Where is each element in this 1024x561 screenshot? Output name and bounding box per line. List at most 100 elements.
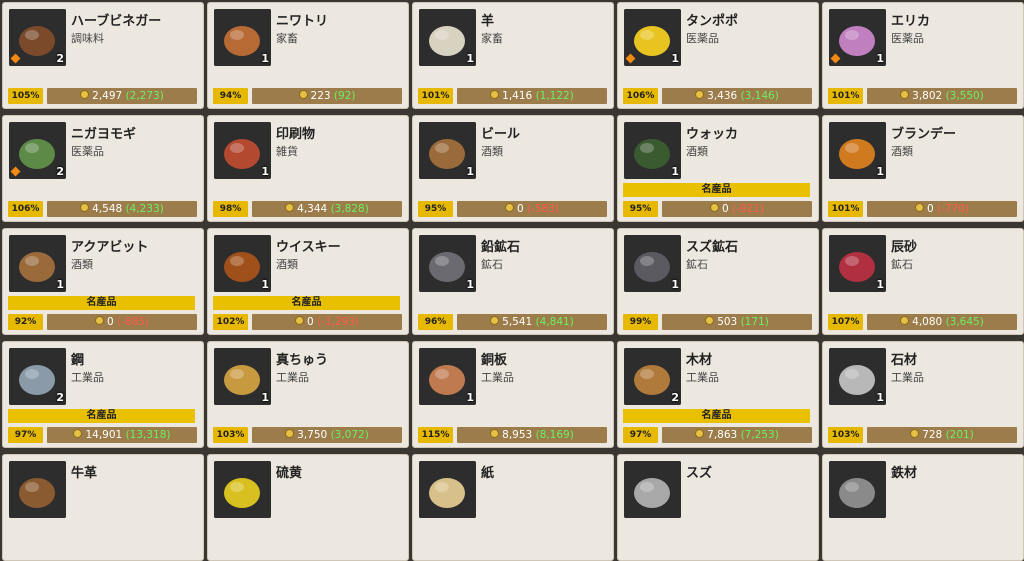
goods-card[interactable]: 1 鉛鉱石 鉱石 96% 5,541 (4,841): [412, 228, 614, 335]
price-ratio-badge: 103%: [213, 427, 248, 443]
price-value: 5,541: [502, 316, 533, 328]
goods-card[interactable]: 2 鋼工業品 名産品 97% 14,901 (13,318): [2, 341, 204, 448]
goods-card[interactable]: 1 銅板 工業品 115% 8,953 (8,169): [412, 341, 614, 448]
goods-card[interactable]: 硫黄: [207, 454, 409, 561]
quantity-label: 1: [466, 278, 474, 291]
item-category: 医薬品: [686, 32, 719, 45]
goods-card[interactable]: 1 アクアビット 酒類 名産品 92% 0 (-885): [2, 228, 204, 335]
goods-card[interactable]: 2 ニガヨモギ 医薬品 106% 4,548 (4,233): [2, 115, 204, 222]
quantity-label: 2: [56, 52, 64, 65]
price-bar: 0 (-921): [662, 201, 812, 217]
profit-value: (201): [945, 429, 974, 441]
chicken-icon: 1: [214, 9, 271, 66]
coin-icon: [80, 90, 90, 99]
copper-plate-icon: 1: [419, 348, 476, 405]
goods-card[interactable]: 1 ブランデー 酒類 101% 0 (-770): [822, 115, 1024, 222]
price-value: 14,901: [85, 429, 123, 441]
stone-block-icon: 1: [829, 348, 886, 405]
price-ratio-badge: 103%: [828, 427, 863, 443]
goods-card[interactable]: 1 ウイスキー 酒類 名産品 102% 0 (-1,293): [207, 228, 409, 335]
specialty-banner: 名産品: [623, 183, 810, 197]
profit-value: (92): [333, 90, 356, 102]
coin-icon: [709, 203, 719, 212]
tin-ore-icon: 1: [624, 235, 681, 292]
price-ratio-badge: 97%: [623, 427, 658, 443]
profit-value: (2,273): [125, 90, 164, 102]
price-value: 1,416: [502, 90, 533, 102]
quantity-label: 1: [261, 391, 269, 404]
price-value: 223: [310, 90, 331, 102]
price-value: 7,863: [707, 429, 738, 441]
goods-card[interactable]: 1 羊家畜 101% 1,416 (1,122): [412, 2, 614, 109]
price-ratio-badge: 101%: [418, 88, 453, 104]
goods-card[interactable]: 1 タンポポ 医薬品 106% 3,436 (3,146): [617, 2, 819, 109]
quantity-label: 1: [261, 52, 269, 65]
price-bar: 2,497 (2,273): [47, 88, 197, 104]
profit-value: (-885): [117, 316, 150, 328]
profit-value: (3,550): [945, 90, 984, 102]
dandelion-icon: 1: [624, 9, 681, 66]
goods-card[interactable]: 1 印刷物 雑貨 98% 4,344 (3,828): [207, 115, 409, 222]
goods-card[interactable]: 紙: [412, 454, 614, 561]
profit-value: (13,318): [125, 429, 171, 441]
item-category: 酒類: [891, 145, 913, 158]
goods-card[interactable]: 1 スズ鉱石 鉱石 99% 503 (171): [617, 228, 819, 335]
goods-card[interactable]: 2 ハーブビネガー 調味料 105% 2,497 (2,273): [2, 2, 204, 109]
price-ratio-badge: 92%: [8, 314, 43, 330]
item-name: 牛革: [71, 466, 98, 481]
coin-icon: [695, 429, 705, 438]
quantity-label: 2: [56, 165, 64, 178]
goods-card[interactable]: 2 木材 工業品 名産品 97% 7,863 (7,253): [617, 341, 819, 448]
specialty-banner: 名産品: [213, 296, 400, 310]
coin-icon: [94, 316, 104, 325]
profit-value: (3,645): [945, 316, 984, 328]
price-ratio-badge: 99%: [623, 314, 658, 330]
profit-value: (-770): [937, 203, 970, 215]
profit-value: (4,233): [125, 203, 164, 215]
item-name: アクアビット: [71, 240, 149, 255]
quantity-label: 1: [876, 391, 884, 404]
price-ratio-badge: 115%: [418, 427, 453, 443]
erica-icon: 1: [829, 9, 886, 66]
item-name: 羊: [481, 14, 495, 29]
price-value: 0: [721, 203, 729, 215]
coin-icon: [80, 203, 90, 212]
price-value: 4,344: [297, 203, 328, 215]
item-category: 調味料: [71, 32, 104, 45]
price-bar: 8,953 (8,169): [457, 427, 607, 443]
item-category: 鉱石: [481, 258, 503, 271]
price-bar: 223 (92): [252, 88, 402, 104]
price-bar: 503 (171): [662, 314, 812, 330]
price-value: 0: [106, 316, 114, 328]
vodka-bottle-icon: 1: [624, 122, 681, 179]
profit-value: (7,253): [740, 429, 779, 441]
price-bar: 3,436 (3,146): [662, 88, 812, 104]
price-ratio-badge: 95%: [418, 201, 453, 217]
quantity-label: 1: [261, 165, 269, 178]
item-name: 銅板: [481, 353, 508, 368]
goods-card[interactable]: 1 辰砂 鉱石 107% 4,080 (3,645): [822, 228, 1024, 335]
goods-card[interactable]: 1 真ちゅう 工業品 103% 3,750 (3,072): [207, 341, 409, 448]
goods-card[interactable]: スズ: [617, 454, 819, 561]
goods-card[interactable]: 牛革: [2, 454, 204, 561]
goods-card[interactable]: 1 エリカ 医薬品 101% 3,802 (3,550): [822, 2, 1024, 109]
goods-card[interactable]: 1 ニワトリ 家畜 94% 223 (92): [207, 2, 409, 109]
goods-card[interactable]: 1 石材 工業品 103% 728 (201): [822, 341, 1024, 448]
profit-value: (-921): [732, 203, 765, 215]
profit-value: (3,828): [330, 203, 369, 215]
price-bar: 4,344 (3,828): [252, 201, 402, 217]
item-category: 酒類: [686, 145, 708, 158]
price-ratio-badge: 105%: [8, 88, 43, 104]
goods-card[interactable]: 1 ウォッカ 酒類 名産品 95% 0 (-921): [617, 115, 819, 222]
item-name: スズ: [686, 466, 713, 481]
coin-icon: [285, 429, 295, 438]
price-ratio-badge: 98%: [213, 201, 248, 217]
price-value: 4,548: [92, 203, 123, 215]
price-bar: 4,080 (3,645): [867, 314, 1017, 330]
quantity-label: 1: [671, 165, 679, 178]
item-category: 酒類: [71, 258, 93, 271]
goods-card[interactable]: 鉄材: [822, 454, 1024, 561]
goods-card[interactable]: 1 ビール 酒類 95% 0 (-583): [412, 115, 614, 222]
item-category: 鉱石: [891, 258, 913, 271]
item-name: 紙: [481, 466, 495, 481]
